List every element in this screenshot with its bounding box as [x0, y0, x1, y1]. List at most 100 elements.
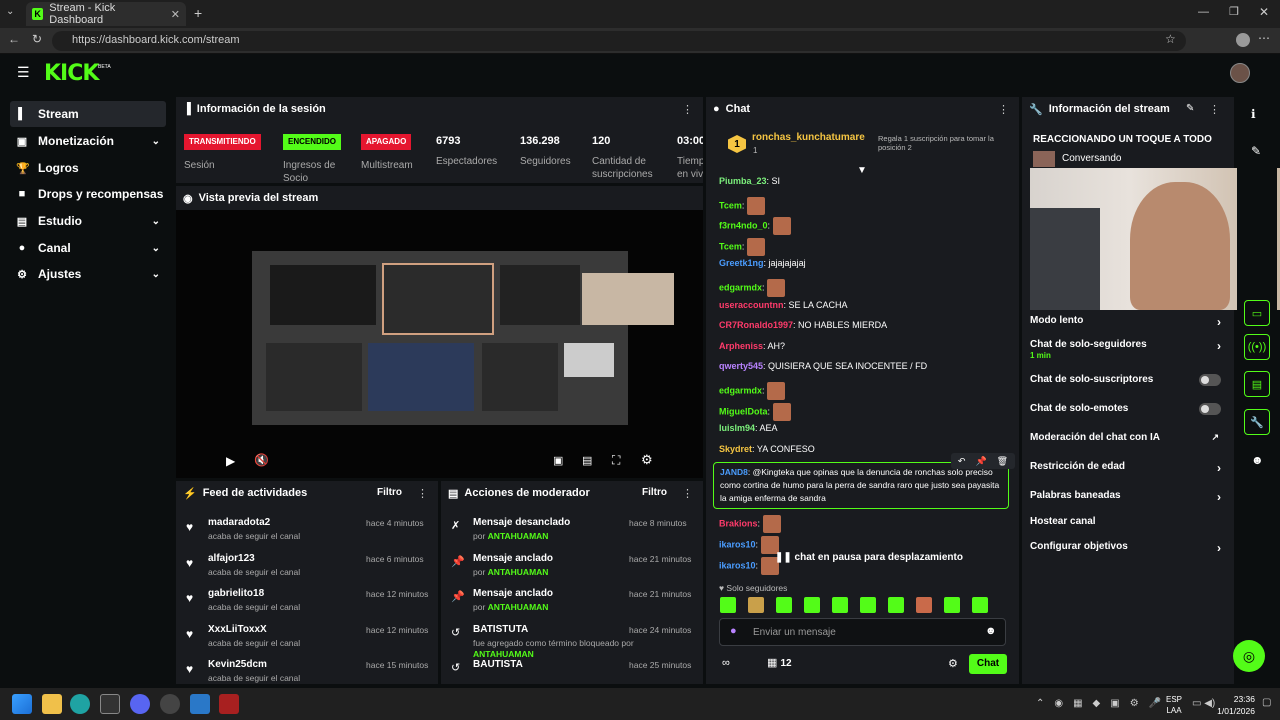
chat-message[interactable]: qwerty545: QUISIERA QUE SEA INOCENTEE / … [719, 361, 927, 371]
chat-menu-icon[interactable]: ⋮ [998, 103, 1009, 116]
discord-icon[interactable] [130, 694, 150, 714]
browser-menu-icon[interactable]: ⋯ [1258, 31, 1270, 45]
chat-input[interactable]: ● Enviar un mensaje ☻ [719, 618, 1006, 646]
chat-message[interactable]: MiguelDota: [719, 402, 791, 421]
feed-filter-button[interactable]: Filtro [377, 487, 402, 498]
clock[interactable]: 23:36 1/01/2026 [1205, 693, 1255, 717]
edit-icon[interactable]: ✎ [1186, 103, 1194, 114]
chat-message[interactable]: useraccountnn: SE LA CACHA [719, 300, 848, 310]
points-icon[interactable]: ∞ [722, 657, 730, 669]
chat-message[interactable]: edgarmdx: [719, 382, 786, 400]
chat-message[interactable]: ikaros10: [719, 536, 779, 554]
file-explorer-icon[interactable] [42, 694, 62, 714]
pin-collapse-icon[interactable]: ▼ [857, 165, 867, 176]
trash-icon[interactable]: 🗑 [997, 456, 1008, 467]
support-icon[interactable]: ◎ [1233, 640, 1265, 672]
stream-setting-row[interactable]: Palabras baneadas › [1030, 490, 1225, 504]
chat-username[interactable]: Arpheniss [719, 341, 763, 351]
feed-user[interactable]: gabrielito18 [208, 588, 264, 599]
reload-icon[interactable]: ↻ [32, 32, 42, 46]
reply-icon[interactable]: ↶ [958, 456, 966, 467]
new-tab-icon[interactable]: + [194, 5, 202, 21]
chat-username[interactable]: edgarmdx [719, 385, 762, 395]
edge-icon[interactable] [70, 694, 90, 714]
dota-icon[interactable] [219, 694, 239, 714]
chat-message[interactable]: Skydret: YA CONFESO [719, 444, 815, 454]
chat-username[interactable]: ikaros10 [719, 560, 756, 570]
hamburger-icon[interactable]: ☰ [17, 64, 30, 81]
mod-filter-button[interactable]: Filtro [642, 487, 667, 498]
chat-username[interactable]: edgarmdx [719, 282, 762, 292]
chat-username[interactable]: Brakions [719, 518, 758, 528]
feed-user[interactable]: XxxLiiToxxX [208, 624, 267, 635]
play-icon[interactable]: ▶ [226, 454, 235, 468]
app-icon[interactable] [190, 694, 210, 714]
chat-message[interactable]: luislm94: AEA [719, 423, 778, 433]
sidebar-item-drops[interactable]: ■ Drops y recompensas [10, 181, 166, 207]
tray-icons[interactable]: ⌃◉▦◆▣⚙🎤 [1036, 698, 1171, 709]
send-chat-button[interactable]: Chat [969, 654, 1007, 674]
settings-gear-icon[interactable]: ⚙ [641, 452, 653, 468]
chat-username[interactable]: luislm94 [719, 423, 755, 433]
stream-setting-row[interactable]: Chat de solo-suscriptores [1030, 374, 1225, 388]
theater-icon[interactable]: ▤ [582, 454, 592, 467]
mute-icon[interactable]: 🔇 [254, 453, 269, 467]
stream-setting-row[interactable]: Moderación del chat con IA ↗ [1030, 432, 1225, 446]
session-menu-icon[interactable]: ⋮ [682, 103, 693, 116]
chat-username[interactable]: qwerty545 [719, 361, 763, 371]
toggle-switch[interactable] [1199, 403, 1221, 415]
back-icon[interactable]: ← [8, 32, 20, 46]
pinned-message[interactable]: JAND8: @Kingteka que opinas que la denun… [713, 462, 1009, 509]
chat-settings-icon[interactable]: ⚙ [948, 657, 958, 670]
stream-setting-row[interactable]: Configurar objetivos › [1030, 541, 1225, 555]
kick-logo[interactable]: KICK [44, 61, 99, 86]
chat-username[interactable]: Skydret [719, 444, 752, 454]
close-window-icon[interactable]: ✕ [1259, 5, 1269, 19]
chat-message[interactable]: ikaros10: [719, 557, 779, 575]
chat-username[interactable]: Greetk1ng [719, 258, 764, 268]
chat-rail-icon[interactable]: ▭ [1244, 300, 1270, 326]
sidebar-item-ajustes[interactable]: ⚙ Ajustes ⌄ [10, 261, 166, 287]
chat-username[interactable]: Tcem [719, 241, 742, 251]
chat-username[interactable]: f3rn4ndo_0 [719, 221, 768, 231]
favorites-icon[interactable]: ☆ [1165, 32, 1176, 46]
chat-message[interactable]: CR7Ronaldo1997: NO HABLES MIERDA [719, 320, 887, 330]
tools-rail-icon[interactable]: 🔧 [1244, 409, 1270, 435]
feed-user[interactable]: alfajor123 [208, 553, 255, 564]
users-icon[interactable]: ☻ [1251, 453, 1264, 467]
tab-list-icon[interactable]: ⌄ [6, 6, 14, 17]
stream-setting-row[interactable]: Modo lento › [1030, 315, 1225, 329]
close-tab-icon[interactable]: ✕ [171, 8, 180, 21]
notification-icon[interactable]: ▢ [1262, 697, 1271, 708]
minimize-icon[interactable]: — [1198, 6, 1209, 18]
browser-tab[interactable]: K Stream - Kick Dashboard ✕ [26, 2, 186, 26]
language-indicator[interactable]: ESP LAA [1166, 694, 1182, 716]
chat-message[interactable]: edgarmdx: [719, 279, 786, 297]
pinned-user[interactable]: JAND8 [720, 467, 748, 477]
toggle-switch[interactable] [1199, 374, 1221, 386]
mic-icon[interactable]: ● [730, 625, 737, 637]
user-avatar[interactable] [1230, 63, 1250, 83]
info-icon[interactable]: ℹ [1251, 107, 1256, 121]
chat-message[interactable]: Arpheniss: AH? [719, 341, 785, 351]
chat-message[interactable]: Tcem: [719, 237, 765, 256]
chat-paused-banner[interactable]: ❚❚ chat en pausa para desplazamiento [775, 552, 963, 563]
feed-user[interactable]: madaradota2 [208, 517, 270, 528]
gift-icon[interactable]: ▦ 12 [767, 656, 792, 669]
chat-message[interactable]: Tcem: [719, 196, 765, 215]
chat-username[interactable]: Piumba_23 [719, 176, 767, 186]
mod-who[interactable]: ANTAHUAMAN [488, 602, 549, 612]
stream-setting-row[interactable]: Restricción de edad › [1030, 461, 1225, 475]
chat-username[interactable]: MiguelDota [719, 406, 768, 416]
mod-who[interactable]: ANTAHUAMAN [488, 531, 549, 541]
url-field[interactable]: https://dashboard.kick.com/stream [52, 31, 1186, 51]
stream-setting-row[interactable]: Chat de solo-seguidores 1 min › [1030, 339, 1225, 360]
obs-icon[interactable] [100, 694, 120, 714]
pin-icon[interactable]: 📌 [975, 456, 986, 467]
info-menu-icon[interactable]: ⋮ [1209, 103, 1220, 116]
chat-message[interactable]: f3rn4ndo_0: [719, 217, 791, 236]
chat-username[interactable]: Tcem [719, 200, 742, 210]
sidebar-item-estudio[interactable]: ▤ Estudio ⌄ [10, 208, 166, 234]
chat-message[interactable]: Piumba_23: SI [719, 176, 780, 186]
chat-username[interactable]: useraccountnn [719, 300, 784, 310]
